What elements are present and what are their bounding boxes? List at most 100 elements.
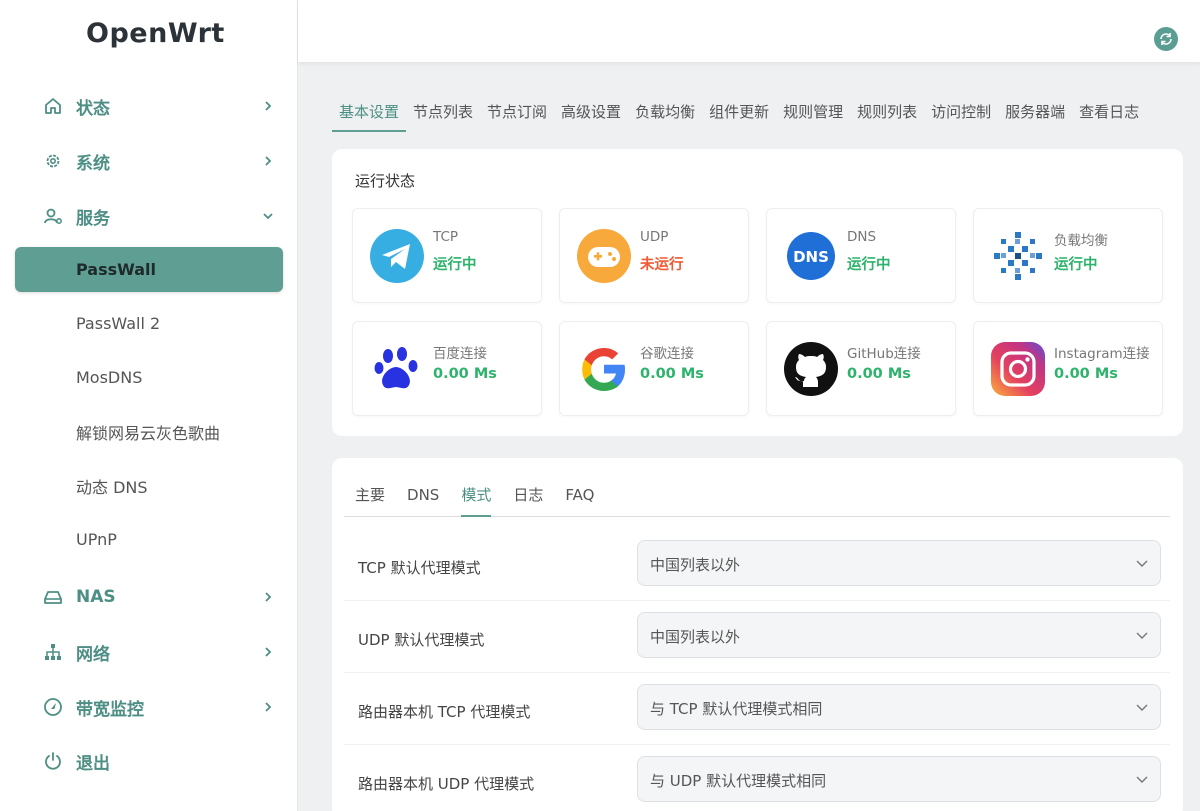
- setting-label: TCP 默认代理模式: [358, 559, 481, 577]
- local-udp-mode-select[interactable]: 与 UDP 默认代理模式相同: [637, 756, 1161, 802]
- sidebar-subitem-label: MosDNS: [76, 368, 143, 387]
- sidebar-item-system[interactable]: 系统: [0, 139, 298, 183]
- chevron-down-icon: [1136, 560, 1148, 567]
- tile-name: UDP: [640, 229, 669, 245]
- chevron-right-icon: [262, 100, 274, 112]
- network-icon: [42, 641, 64, 663]
- tab-load-balance[interactable]: 负载均衡: [628, 100, 702, 132]
- sidebar-subitem-unblock-netease[interactable]: 解锁网易云灰色歌曲: [15, 409, 283, 454]
- tile-status: 未运行: [640, 257, 684, 273]
- top-bar: [298, 0, 1200, 62]
- telegram-icon: [369, 228, 425, 284]
- sidebar-subitem-label: UPnP: [76, 530, 117, 549]
- status-tile-tcp[interactable]: TCP 运行中: [352, 208, 542, 303]
- sidebar-item-label: 网络: [76, 644, 110, 665]
- status-tile-github[interactable]: GitHub连接 0.00 Ms: [766, 321, 956, 416]
- sidebar-item-network[interactable]: 网络: [0, 630, 298, 674]
- tab-basic-settings[interactable]: 基本设置: [332, 100, 407, 132]
- chevron-right-icon: [262, 155, 274, 167]
- github-icon: [783, 341, 839, 397]
- tab-node-list[interactable]: 节点列表: [406, 100, 480, 132]
- setting-label: 路由器本机 TCP 代理模式: [358, 703, 531, 721]
- setting-row-local-tcp-mode: 路由器本机 TCP 代理模式 与 TCP 默认代理模式相同: [344, 673, 1170, 745]
- setting-row-tcp-mode: TCP 默认代理模式 中国列表以外: [344, 529, 1170, 601]
- tile-latency: 0.00 Ms: [640, 366, 704, 382]
- sidebar-item-label: 退出: [76, 753, 110, 774]
- sidebar-subitem-label: 动态 DNS: [76, 477, 148, 497]
- sidebar-subitem-upnp[interactable]: UPnP: [15, 517, 283, 562]
- tile-latency: 0.00 Ms: [1054, 366, 1118, 382]
- local-tcp-mode-select[interactable]: 与 TCP 默认代理模式相同: [637, 684, 1161, 730]
- tile-name: DNS: [847, 229, 877, 245]
- settings-card: 主要 DNS 模式 日志 FAQ TCP 默认代理模式 中国列表以外 UDP 默…: [332, 458, 1183, 811]
- tab-server[interactable]: 服务器端: [998, 100, 1072, 132]
- svg-text:DNS: DNS: [793, 248, 829, 266]
- baidu-icon: [369, 341, 425, 397]
- sidebar-item-label: NAS: [76, 587, 116, 607]
- tab-component-update[interactable]: 组件更新: [702, 100, 776, 132]
- app-logo[interactable]: OpenWrt: [86, 18, 225, 49]
- tile-name: TCP: [433, 229, 459, 245]
- tile-latency: 0.00 Ms: [433, 366, 497, 382]
- sidebar-item-services[interactable]: 服务: [0, 194, 298, 238]
- sidebar-item-bandwidth[interactable]: 带宽监控: [0, 685, 298, 729]
- setting-label: 路由器本机 UDP 代理模式: [358, 775, 535, 793]
- tab-view-logs[interactable]: 查看日志: [1072, 100, 1146, 132]
- tile-name: 百度连接: [433, 346, 487, 362]
- instagram-icon: [990, 341, 1046, 397]
- sidebar-subitem-mosdns[interactable]: MosDNS: [15, 355, 283, 400]
- sidebar-subitem-passwall2[interactable]: PassWall 2: [15, 301, 283, 346]
- select-value: 中国列表以外: [650, 628, 741, 646]
- sidebar: OpenWrt 状态 系统 服务 PassWall PassWall 2 Mos…: [0, 0, 298, 811]
- sidebar-item-nas[interactable]: NAS: [0, 575, 298, 619]
- refresh-icon[interactable]: [1154, 27, 1178, 51]
- tab-dns[interactable]: DNS: [396, 484, 450, 517]
- sidebar-subitem-label: PassWall 2: [76, 314, 161, 333]
- status-tile-baidu[interactable]: 百度连接 0.00 Ms: [352, 321, 542, 416]
- status-tile-google[interactable]: 谷歌连接 0.00 Ms: [559, 321, 749, 416]
- tab-main[interactable]: 主要: [344, 484, 396, 517]
- dns-icon: DNS: [783, 228, 839, 284]
- tab-rule-list[interactable]: 规则列表: [850, 100, 924, 132]
- sidebar-item-label: 带宽监控: [76, 699, 144, 720]
- tab-advanced-settings[interactable]: 高级设置: [554, 100, 628, 132]
- status-tile-load-balance[interactable]: 负载均衡 运行中: [973, 208, 1163, 303]
- status-title: 运行状态: [355, 172, 416, 190]
- status-tile-udp[interactable]: UDP 未运行: [559, 208, 749, 303]
- status-tile-instagram[interactable]: Instagram连接 0.00 Ms: [973, 321, 1163, 416]
- tile-status: 运行中: [433, 257, 477, 273]
- status-card: 运行状态 TCP 运行中 UDP 未运行 DNS DNS 运行中 负载均衡 运行…: [332, 149, 1183, 436]
- chevron-down-icon: [1136, 704, 1148, 711]
- udp-mode-select[interactable]: 中国列表以外: [637, 612, 1161, 658]
- tile-name: GitHub连接: [847, 346, 921, 362]
- tab-log[interactable]: 日志: [502, 484, 554, 517]
- setting-row-udp-mode: UDP 默认代理模式 中国列表以外: [344, 601, 1170, 673]
- select-value: 中国列表以外: [650, 556, 741, 574]
- sidebar-item-status[interactable]: 状态: [0, 84, 298, 128]
- gauge-icon: [42, 696, 64, 718]
- chevron-down-icon: [1136, 632, 1148, 639]
- gamepad-icon: [576, 228, 632, 284]
- tcp-mode-select[interactable]: 中国列表以外: [637, 540, 1161, 586]
- sidebar-subitem-passwall[interactable]: PassWall: [15, 247, 283, 292]
- tab-mode[interactable]: 模式: [461, 484, 492, 517]
- setting-row-local-udp-mode: 路由器本机 UDP 代理模式 与 UDP 默认代理模式相同: [344, 745, 1170, 811]
- home-icon: [42, 95, 64, 117]
- tile-name: 谷歌连接: [640, 346, 694, 362]
- google-icon: [576, 341, 632, 397]
- sidebar-item-label: 状态: [76, 98, 110, 119]
- main-tabs: 基本设置 节点列表 节点订阅 高级设置 负载均衡 组件更新 规则管理 规则列表 …: [332, 100, 1146, 132]
- status-tile-dns[interactable]: DNS DNS 运行中: [766, 208, 956, 303]
- select-value: 与 UDP 默认代理模式相同: [650, 772, 827, 790]
- tab-faq[interactable]: FAQ: [554, 484, 605, 517]
- drive-icon: [42, 586, 64, 608]
- tab-node-subscribe[interactable]: 节点订阅: [480, 100, 554, 132]
- setting-label: UDP 默认代理模式: [358, 631, 485, 649]
- chevron-down-icon: [262, 210, 274, 222]
- sidebar-item-logout[interactable]: 退出: [0, 739, 298, 783]
- tab-rule-manage[interactable]: 规则管理: [776, 100, 850, 132]
- sidebar-subitem-ddns[interactable]: 动态 DNS: [15, 463, 283, 508]
- tile-status: 运行中: [1054, 257, 1098, 273]
- chevron-right-icon: [262, 646, 274, 658]
- tab-access-control[interactable]: 访问控制: [924, 100, 998, 132]
